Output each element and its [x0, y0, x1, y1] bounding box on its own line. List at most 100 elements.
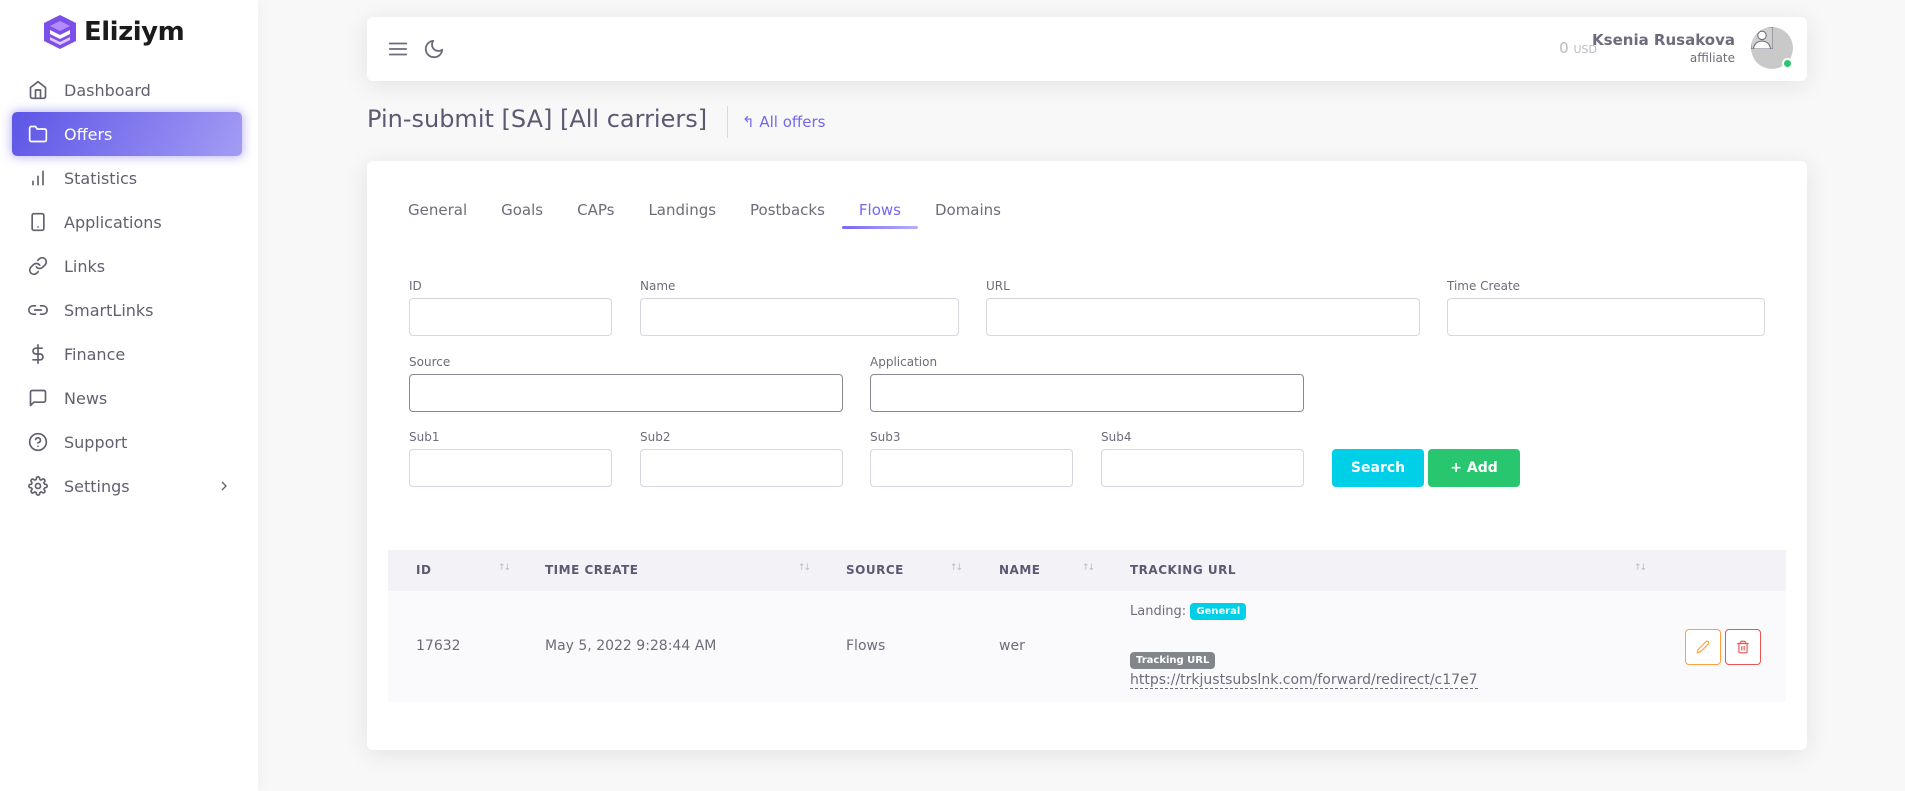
offer-tabs: General Goals CAPs Landings Postbacks Fl…	[391, 191, 1018, 229]
online-status-badge	[1782, 58, 1793, 69]
cell-tracking-badge: Tracking URL	[1130, 652, 1216, 669]
application-filter-label: Application	[870, 355, 938, 369]
sidebar-item-support[interactable]: Support	[12, 420, 242, 464]
time-create-filter-label: Time Create	[1447, 279, 1521, 293]
landing-badge: General	[1190, 603, 1247, 620]
sub2-filter-input[interactable]	[640, 449, 843, 487]
source-filter-label: Source	[409, 355, 451, 369]
tab-general[interactable]: General	[391, 191, 484, 229]
sub1-filter: Sub1	[409, 430, 612, 487]
sidebar-item-smartlinks[interactable]: SmartLinks	[12, 288, 242, 332]
th-id[interactable]: ID	[416, 550, 431, 591]
edit-button[interactable]	[1685, 629, 1721, 665]
th-name-label: NAME	[999, 563, 1041, 577]
sidebar-item-label: News	[64, 388, 108, 408]
user-role: affiliate	[1689, 51, 1735, 65]
th-source[interactable]: SOURCE	[846, 550, 904, 591]
sidebar-item-applications[interactable]: Applications	[12, 200, 242, 244]
sidebar-item-label: Applications	[64, 212, 162, 232]
folder-icon	[28, 124, 48, 144]
user-info[interactable]: Ksenia Rusakova affiliate	[1592, 31, 1735, 65]
name-filter-label: Name	[640, 279, 676, 293]
id-filter-input[interactable]	[409, 298, 612, 336]
brand-logo-icon	[40, 13, 80, 51]
add-button[interactable]: + Add	[1428, 449, 1520, 487]
sub4-filter: Sub4	[1101, 430, 1304, 487]
tab-domains[interactable]: Domains	[918, 191, 1018, 229]
cell-landing: Landing: General	[1130, 603, 1247, 620]
sidebar-item-settings[interactable]: Settings	[12, 464, 242, 508]
th-source-label: SOURCE	[846, 563, 904, 577]
url-filter-input[interactable]	[986, 298, 1420, 336]
tracking-url-link[interactable]: https://trkjustsubslnk.com/forward/redir…	[1130, 672, 1478, 689]
sidebar-item-dashboard[interactable]: Dashboard	[12, 68, 242, 112]
tab-goals[interactable]: Goals	[484, 191, 560, 229]
all-offers-link[interactable]: ↰ All offers	[742, 113, 825, 131]
sort-icon[interactable]: ↑↓	[950, 563, 963, 573]
sidebar-item-label: Dashboard	[64, 80, 151, 100]
settings-icon	[28, 476, 48, 496]
tracking-url-badge: Tracking URL	[1130, 652, 1216, 669]
sidebar-item-label: SmartLinks	[64, 300, 154, 320]
cell-id: 17632	[416, 638, 461, 654]
delete-button[interactable]	[1725, 629, 1761, 665]
sub4-filter-input[interactable]	[1101, 449, 1304, 487]
time-create-filter: Time Create	[1447, 279, 1765, 336]
th-name[interactable]: NAME	[999, 550, 1040, 591]
sub3-filter-input[interactable]	[870, 449, 1073, 487]
sort-icon[interactable]: ↑↓	[1634, 563, 1647, 573]
application-filter-input[interactable]	[870, 374, 1304, 412]
tab-flows[interactable]: Flows	[841, 191, 919, 229]
sidebar-item-label: Links	[64, 256, 106, 276]
tab-postbacks[interactable]: Postbacks	[733, 191, 842, 229]
th-tracking-url-label: TRACKING URL	[1130, 563, 1236, 577]
sidebar-item-offers[interactable]: Offers	[12, 112, 242, 156]
corner-up-left-icon: ↰	[742, 113, 755, 131]
sub1-filter-label: Sub1	[409, 430, 440, 444]
sidebar-item-label: Offers	[64, 124, 113, 144]
sort-icon[interactable]: ↑↓	[798, 563, 811, 573]
menu-icon[interactable]	[387, 38, 409, 60]
application-filter: Application	[870, 355, 1304, 412]
moon-icon[interactable]	[423, 38, 445, 60]
th-time-create[interactable]: TIME CREATE	[545, 550, 638, 591]
sort-icon[interactable]: ↑↓	[1082, 563, 1095, 573]
sidebar-item-links[interactable]: Links	[12, 244, 242, 288]
url-filter-label: URL	[986, 279, 1010, 293]
sidebar-item-news[interactable]: News	[12, 376, 242, 420]
time-create-filter-input[interactable]	[1447, 298, 1765, 336]
sidebar: Eliziym Dashboard Offers Statistics Appl…	[0, 0, 258, 791]
sidebar-item-finance[interactable]: Finance	[12, 332, 242, 376]
sub3-filter-label: Sub3	[870, 430, 901, 444]
brand-name: Eliziym	[84, 17, 185, 47]
sub2-filter-label: Sub2	[640, 430, 671, 444]
tab-caps[interactable]: CAPs	[560, 191, 631, 229]
url-filter: URL	[986, 279, 1420, 336]
brand[interactable]: Eliziym	[40, 12, 185, 52]
offer-card: General Goals CAPs Landings Postbacks Fl…	[367, 161, 1807, 750]
table-header: ID ↑↓ TIME CREATE ↑↓ SOURCE ↑↓ NAME ↑↓ T…	[388, 550, 1786, 591]
sort-desc-icon[interactable]: ↑↓	[498, 563, 511, 573]
sub2-filter: Sub2	[640, 430, 843, 487]
top-navbar: 0 USD Ksenia Rusakova affiliate	[367, 17, 1807, 81]
sub1-filter-input[interactable]	[409, 449, 612, 487]
search-button[interactable]: Search	[1332, 449, 1424, 487]
flows-table: ID ↑↓ TIME CREATE ↑↓ SOURCE ↑↓ NAME ↑↓ T…	[388, 550, 1786, 702]
chevron-right-icon	[216, 478, 232, 498]
edit-icon	[1696, 640, 1710, 654]
id-filter-label: ID	[409, 279, 422, 293]
cell-source: Flows	[846, 638, 886, 654]
link-icon	[28, 256, 48, 276]
user-name: Ksenia Rusakova	[1592, 31, 1735, 49]
source-filter-input[interactable]	[409, 374, 843, 412]
cell-tracking-url: https://trkjustsubslnk.com/forward/redir…	[1130, 672, 1478, 689]
bar-chart-icon	[28, 168, 48, 188]
th-id-label: ID	[416, 563, 432, 577]
cell-name: wer	[999, 638, 1025, 654]
table-row: 17632 May 5, 2022 9:28:44 AM Flows wer L…	[388, 591, 1786, 702]
name-filter-input[interactable]	[640, 298, 959, 336]
sidebar-item-label: Finance	[64, 344, 126, 364]
th-tracking-url[interactable]: TRACKING URL	[1130, 550, 1236, 591]
sidebar-item-statistics[interactable]: Statistics	[12, 156, 242, 200]
tab-landings[interactable]: Landings	[631, 191, 733, 229]
